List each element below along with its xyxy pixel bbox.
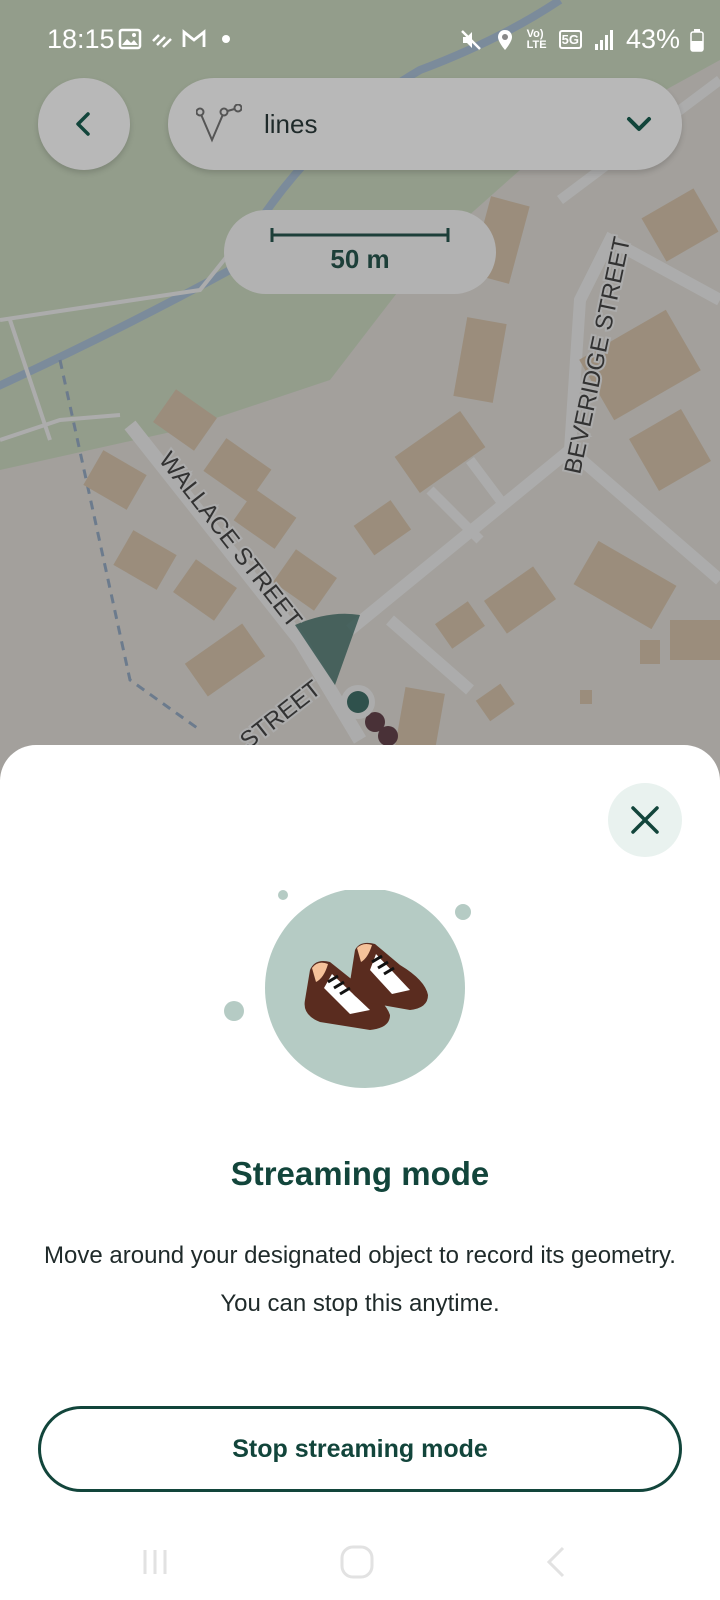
line-layer-icon <box>196 104 242 143</box>
scale-label: 50 m <box>330 244 390 274</box>
sheet-description: Move around your designated object to re… <box>44 1242 676 1317</box>
recent-apps-icon <box>143 1550 167 1574</box>
back-button[interactable] <box>38 78 130 170</box>
chevron-down-icon <box>627 117 651 131</box>
battery-icon <box>690 28 704 52</box>
sheet-title: Streaming mode <box>230 1155 490 1192</box>
signal-icon <box>594 29 613 50</box>
shoes-illustration <box>224 890 471 1088</box>
dot-icon <box>222 35 230 43</box>
signal-stripes-icon <box>152 34 172 48</box>
close-icon <box>631 806 659 834</box>
nav-back-icon <box>546 1546 565 1578</box>
notification-icons <box>118 27 238 51</box>
status-bar: 18:15 Vo) LTE 5G 43% <box>0 0 720 80</box>
home-button[interactable] <box>335 1540 379 1584</box>
chevron-left-icon <box>76 112 90 136</box>
layer-selector[interactable]: lines <box>168 78 682 170</box>
nav-back-button[interactable] <box>535 1540 579 1584</box>
status-time: 18:15 <box>47 24 115 54</box>
recent-apps-button[interactable] <box>133 1540 177 1584</box>
scale-bar <box>270 228 450 242</box>
home-icon <box>340 1545 374 1579</box>
gmail-icon <box>182 29 206 47</box>
mute-icon <box>460 29 481 50</box>
location-icon <box>497 29 512 50</box>
image-icon <box>118 28 142 50</box>
layer-label: lines <box>264 108 318 139</box>
system-nav-bar <box>0 1520 720 1600</box>
5g-icon: 5G <box>558 30 582 49</box>
battery-percent: 43% <box>625 24 680 54</box>
scale-indicator: 50 m <box>224 210 496 294</box>
stop-streaming-button[interactable]: Stop streaming mode <box>38 1406 682 1492</box>
close-button[interactable] <box>608 783 682 857</box>
system-icons: Vo) LTE 5G 43% <box>459 24 704 55</box>
volte-icon: Vo) LTE <box>526 27 547 51</box>
